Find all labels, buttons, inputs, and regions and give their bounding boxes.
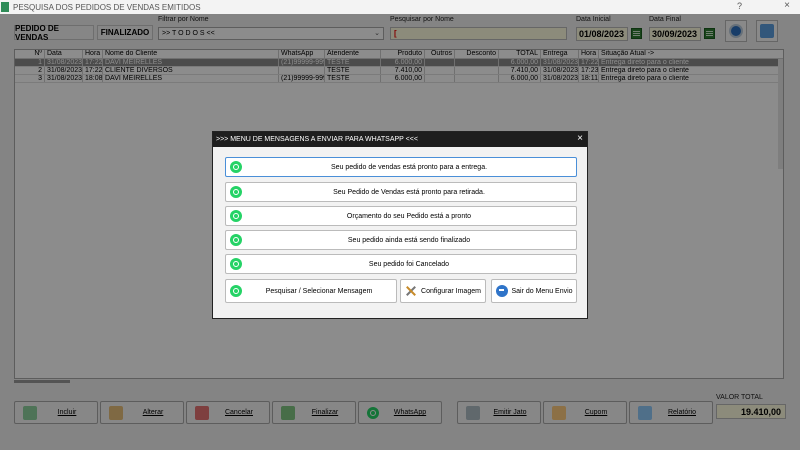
whatsapp-message-dialog: >>> MENU DE MENSAGENS A ENVIAR PARA WHAT… [212, 131, 588, 319]
exit-arrow-icon [496, 285, 508, 297]
message-label: Seu pedido de vendas está pronto para a … [330, 163, 488, 171]
message-label: Seu Pedido de Vendas está pronto para re… [333, 188, 485, 196]
message-option-orcamento[interactable]: Orçamento do seu Pedido está a pronto [225, 206, 577, 226]
tools-icon [405, 285, 417, 297]
sair-menu-button[interactable]: Sair do Menu Envio [491, 279, 577, 303]
whatsapp-icon [230, 258, 242, 270]
dialog-title-bar: >>> MENU DE MENSAGENS A ENVIAR PARA WHAT… [213, 132, 587, 147]
pesquisar-mensagem-button[interactable]: Pesquisar / Selecionar Mensagem [225, 279, 397, 303]
dialog-title: >>> MENU DE MENSAGENS A ENVIAR PARA WHAT… [216, 136, 418, 143]
message-label: Seu pedido ainda está sendo finalizado [347, 236, 471, 244]
window-close-button[interactable]: × [784, 0, 790, 11]
whatsapp-icon [230, 161, 242, 173]
whatsapp-icon [230, 234, 242, 246]
help-button[interactable]: ? [737, 1, 742, 11]
whatsapp-icon [230, 186, 242, 198]
window-title: PESQUISA DOS PEDIDOS DE VENDAS EMITIDOS [13, 2, 201, 12]
message-option-cancelado[interactable]: Seu pedido foi Cancelado [225, 254, 577, 274]
configurar-imagem-button[interactable]: Configurar Imagem [400, 279, 486, 303]
sair-label: Sair do Menu Envio [511, 287, 573, 295]
pesquisar-label: Pesquisar / Selecionar Mensagem [265, 287, 373, 295]
whatsapp-icon [230, 285, 242, 297]
message-option-finalizando[interactable]: Seu pedido ainda está sendo finalizado [225, 230, 577, 250]
dialog-close-button[interactable]: × [577, 133, 583, 144]
app-icon [1, 2, 9, 12]
message-label: Seu pedido foi Cancelado [368, 260, 450, 268]
title-bar: PESQUISA DOS PEDIDOS DE VENDAS EMITIDOS … [0, 0, 800, 14]
configurar-label: Configurar Imagem [421, 287, 481, 295]
message-option-entrega[interactable]: Seu pedido de vendas está pronto para a … [225, 157, 577, 177]
whatsapp-icon [230, 210, 242, 222]
message-option-retirada[interactable]: Seu Pedido de Vendas está pronto para re… [225, 182, 577, 202]
message-label: Orçamento do seu Pedido está a pronto [346, 212, 472, 220]
